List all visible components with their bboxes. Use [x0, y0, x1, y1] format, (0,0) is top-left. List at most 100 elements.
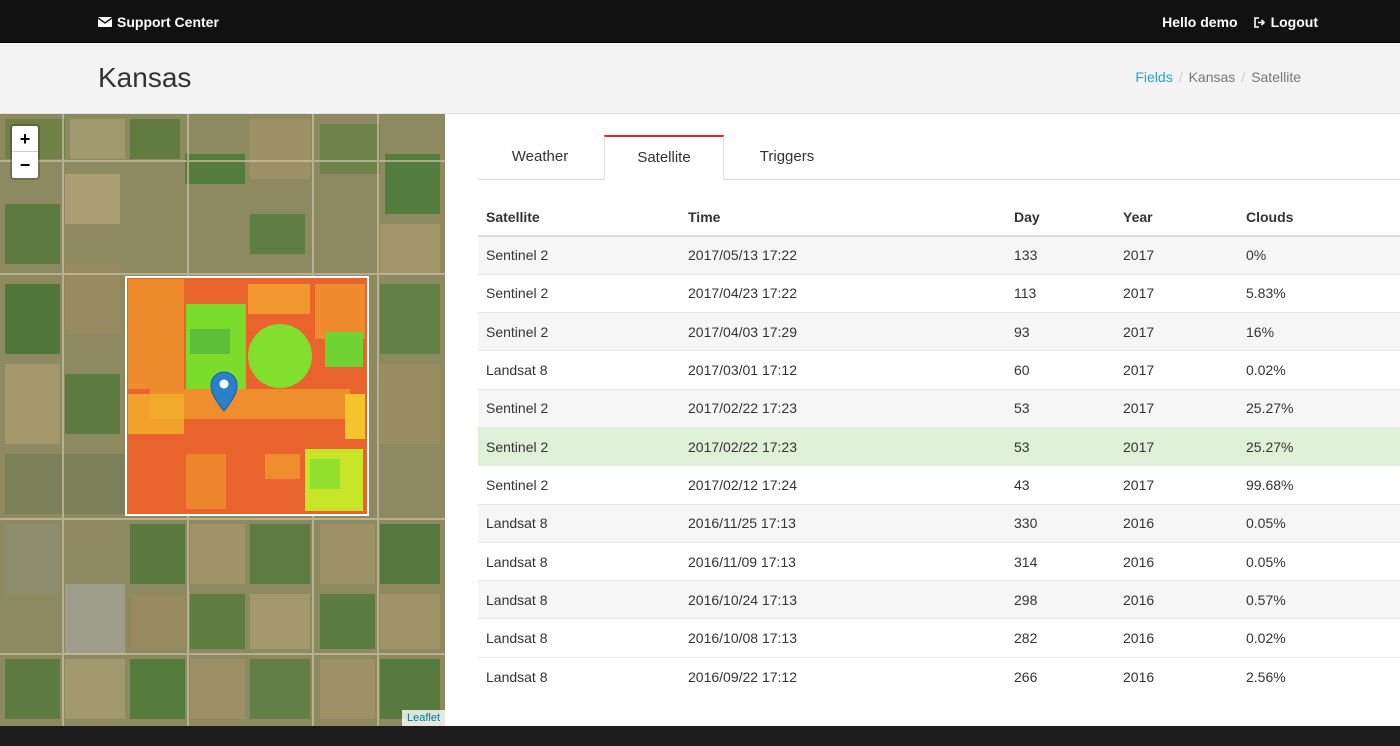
cell-satellite: Sentinel 2	[478, 465, 680, 505]
page-title: Kansas	[98, 62, 192, 93]
cell-year: 2017	[1115, 273, 1238, 313]
cell-time: 2016/09/22 17:12	[680, 656, 1006, 696]
cell-time: 2017/03/01 17:12	[680, 350, 1006, 390]
cell-year: 2016	[1115, 618, 1238, 658]
brand-label: Support Center	[117, 14, 219, 30]
cell-day: 53	[1006, 388, 1115, 428]
ndvi-overlay	[125, 276, 369, 516]
cell-clouds: 0.57%	[1238, 580, 1400, 619]
table-row[interactable]: Landsat 8 2016/10/24 17:13 298 2016 0.57…	[478, 580, 1400, 619]
cell-satellite: Sentinel 2	[478, 273, 680, 313]
breadcrumb: Fields / Kansas / Satellite	[1135, 69, 1301, 85]
user-menu: Hello demo Logout	[1162, 14, 1318, 30]
cell-year: 2016	[1115, 580, 1238, 619]
cell-day: 314	[1006, 541, 1115, 581]
cell-clouds: 25.27%	[1238, 388, 1400, 428]
cell-satellite: Landsat 8	[478, 656, 680, 696]
table-row[interactable]: Landsat 8 2016/09/22 17:12 266 2016 2.56…	[478, 656, 1400, 696]
footer-bar	[0, 726, 1400, 746]
cell-clouds: 0.05%	[1238, 503, 1400, 543]
cell-day: 93	[1006, 312, 1115, 351]
breadcrumb-kansas: Kansas	[1188, 69, 1236, 85]
cell-clouds: 0.02%	[1238, 618, 1400, 658]
table-row[interactable]: Sentinel 2 2017/05/13 17:22 133 2017 0%	[478, 235, 1400, 275]
cell-clouds: 2.56%	[1238, 656, 1400, 696]
cell-satellite: Landsat 8	[478, 618, 680, 658]
cell-day: 266	[1006, 656, 1115, 696]
zoom-out-button[interactable]: −	[12, 152, 38, 178]
cell-time: 2017/04/23 17:22	[680, 273, 1006, 313]
cell-year: 2017	[1115, 350, 1238, 390]
zoom-in-button[interactable]: +	[12, 126, 38, 152]
cell-clouds: 16%	[1238, 312, 1400, 351]
cell-time: 2017/04/03 17:29	[680, 312, 1006, 351]
table-row[interactable]: Landsat 8 2016/11/25 17:13 330 2016 0.05…	[478, 503, 1400, 543]
cell-satellite: Sentinel 2	[478, 235, 680, 275]
cell-clouds: 0.05%	[1238, 541, 1400, 581]
cell-year: 2016	[1115, 541, 1238, 581]
table-row[interactable]: Landsat 8 2017/03/01 17:12 60 2017 0.02%	[478, 350, 1400, 390]
cell-satellite: Sentinel 2	[478, 388, 680, 428]
tab-bar: Weather Satellite Triggers	[478, 135, 1400, 181]
cell-clouds: 0.02%	[1238, 350, 1400, 390]
cell-year: 2017	[1115, 312, 1238, 351]
cell-time: 2017/02/22 17:23	[680, 388, 1006, 428]
brand-link[interactable]: Support Center	[98, 14, 219, 30]
column-header-day: Day	[1006, 199, 1115, 237]
cell-day: 282	[1006, 618, 1115, 658]
logout-label: Logout	[1270, 14, 1318, 30]
column-header-clouds: Clouds	[1238, 199, 1400, 237]
satellite-panel: Weather Satellite Triggers Satellite Tim…	[478, 114, 1400, 726]
cell-satellite: Landsat 8	[478, 580, 680, 619]
column-header-satellite: Satellite	[478, 199, 680, 237]
cell-year: 2017	[1115, 235, 1238, 275]
table-row[interactable]: Landsat 8 2016/10/08 17:13 282 2016 0.02…	[478, 618, 1400, 658]
cell-time: 2016/11/09 17:13	[680, 541, 1006, 581]
cell-year: 2017	[1115, 465, 1238, 505]
cell-year: 2016	[1115, 503, 1238, 543]
table-row[interactable]: Landsat 8 2016/11/09 17:13 314 2016 0.05…	[478, 541, 1400, 581]
leaflet-attribution[interactable]: Leaflet	[401, 710, 445, 726]
table-row-selected[interactable]: Sentinel 2 2017/02/22 17:23 53 2017 25.2…	[478, 426, 1400, 466]
table-header-row: Satellite Time Day Year Clouds	[478, 199, 1400, 237]
cell-year: 2017	[1115, 388, 1238, 428]
cell-time: 2017/05/13 17:22	[680, 235, 1006, 275]
cell-satellite: Sentinel 2	[478, 312, 680, 351]
cell-day: 60	[1006, 350, 1115, 390]
tab-satellite[interactable]: Satellite	[604, 135, 724, 181]
cell-time: 2017/02/22 17:23	[680, 426, 1006, 466]
cell-clouds: 99.68%	[1238, 465, 1400, 505]
breadcrumb-separator: /	[1241, 69, 1246, 85]
cell-clouds: 5.83%	[1238, 273, 1400, 313]
top-navbar: Support Center Hello demo Logout	[0, 0, 1400, 43]
breadcrumb-separator: /	[1178, 69, 1183, 85]
table-row[interactable]: Sentinel 2 2017/02/22 17:23 53 2017 25.2…	[478, 388, 1400, 428]
cell-clouds: 0%	[1238, 235, 1400, 275]
zoom-control: + −	[10, 124, 40, 180]
satellite-map[interactable]: + − Leaflet	[0, 114, 445, 726]
tab-triggers[interactable]: Triggers	[726, 135, 848, 180]
page-header: Kansas Fields / Kansas / Satellite	[0, 43, 1400, 114]
map-imagery	[0, 114, 445, 726]
cell-year: 2017	[1115, 426, 1238, 466]
logout-button[interactable]: Logout	[1253, 14, 1318, 30]
table-row[interactable]: Sentinel 2 2017/04/03 17:29 93 2017 16%	[478, 312, 1400, 351]
cell-time: 2016/11/25 17:13	[680, 503, 1006, 543]
greeting: Hello demo	[1162, 14, 1238, 30]
cell-time: 2017/02/12 17:24	[680, 465, 1006, 505]
column-header-time: Time	[680, 199, 1006, 237]
cell-clouds: 25.27%	[1238, 426, 1400, 466]
cell-satellite: Sentinel 2	[478, 426, 680, 466]
table-row[interactable]: Sentinel 2 2017/02/12 17:24 43 2017 99.6…	[478, 465, 1400, 505]
cell-day: 133	[1006, 235, 1115, 275]
breadcrumb-satellite: Satellite	[1251, 69, 1301, 85]
cell-day: 43	[1006, 465, 1115, 505]
tab-weather[interactable]: Weather	[478, 135, 602, 180]
cell-day: 298	[1006, 580, 1115, 619]
cell-satellite: Landsat 8	[478, 541, 680, 581]
table-row[interactable]: Sentinel 2 2017/04/23 17:22 113 2017 5.8…	[478, 273, 1400, 313]
cell-satellite: Landsat 8	[478, 503, 680, 543]
cell-day: 113	[1006, 273, 1115, 313]
breadcrumb-fields[interactable]: Fields	[1135, 69, 1172, 85]
satellite-table: Satellite Time Day Year Clouds Sentinel …	[478, 199, 1400, 696]
